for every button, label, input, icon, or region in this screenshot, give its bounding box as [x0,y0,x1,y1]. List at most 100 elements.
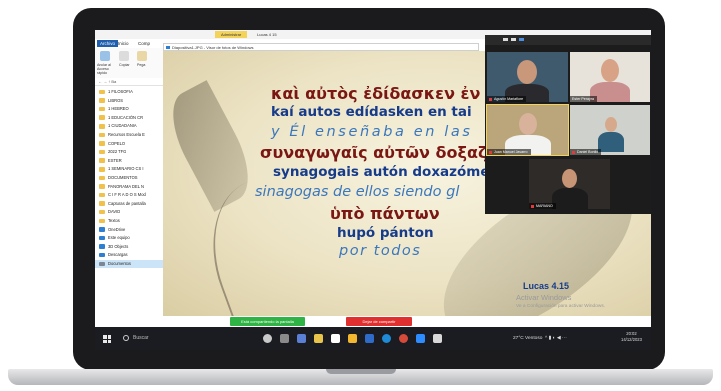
folder-item[interactable]: 1 HEBREO [95,105,165,114]
copy-button-label[interactable]: Copiar [119,63,130,67]
folder-item[interactable]: 1 EDUCACIÓN CR [95,114,165,123]
greek-line-3: ὑπὸ πάντων [330,204,440,223]
file-explorer-icon[interactable] [314,334,323,343]
camera-icon[interactable] [331,334,340,343]
viewer-titlebar: Diapositiva1.JPG - Visor de fotos de Win… [163,43,479,51]
folder-item[interactable]: Textos [95,217,165,226]
taskbar-clock[interactable]: 20:02 14/12/2023 [621,331,642,343]
tab-inicio[interactable]: Inicio [115,40,132,47]
folder-item[interactable]: 1 CIUDADANIA [95,122,165,131]
downloads-item[interactable]: Descargas [95,251,165,260]
muted-mic-icon [489,97,492,101]
stop-share-button[interactable]: Dejar de compartir [346,317,412,326]
folder-icon[interactable] [348,334,357,343]
viewer-title: Diapositiva1.JPG - Visor de fotos de Win… [172,45,254,50]
minimize-icon[interactable] [503,38,508,41]
folder-item[interactable]: 1 SEMINARIO CS I [95,165,165,174]
participant-video[interactable]: Agustín Mariaflore [487,52,568,102]
folder-icon [99,106,105,112]
folder-icon [99,201,105,206]
address-bar[interactable]: ← → ↑ Ba [95,78,165,86]
folder-item[interactable]: 1 FILOSOFIA [95,88,165,97]
folder-icon [99,149,105,155]
word-icon[interactable] [365,334,374,343]
windows-start-icon[interactable] [103,335,111,343]
translit-line-3: hupó pánton [337,225,434,241]
zoom-icon[interactable] [416,334,425,343]
3d-objects-item[interactable]: 3D Objects [95,243,165,252]
search-label: Buscar [133,335,149,341]
folder-item[interactable]: 2022 TFG [95,148,165,157]
folder-item[interactable]: C I F R A D O S Mod [95,191,165,200]
taskbar-search[interactable]: Buscar [117,333,187,344]
folder-icon [99,141,105,146]
folder-item[interactable]: Capturas de pantalla [95,200,165,209]
cortana-icon[interactable] [263,334,272,343]
folder-label: Capturas de pantalla [108,200,146,206]
muted-mic-icon [531,204,534,208]
folder-label: 1 CIUDADANIA [108,123,137,129]
spanish-line-2: sinagogas de ellos siendo gl [255,184,460,200]
chrome-icon[interactable] [399,334,408,343]
folder-icon [99,158,105,163]
folder-label: OneDrive [108,226,126,232]
folder-label: Este equipo [108,235,130,241]
task-view-icon[interactable] [280,334,289,343]
tab-administrar[interactable]: Administrar [215,31,248,38]
participant-video[interactable]: Daniel Bonlio [570,105,650,155]
edge-icon[interactable] [382,334,391,343]
participant-face [605,117,617,132]
navigation-pane: 1 FILOSOFIA LIBROS 1 HEBREO 1 EDUCACIÓN … [95,88,165,338]
copy-icon[interactable] [119,51,129,61]
photos-icon[interactable] [433,334,442,343]
activation-title: Activar Windows [516,293,572,302]
participant-video-active[interactable]: Juan Manuel Javarro [486,104,569,156]
pin-icon[interactable] [100,51,110,61]
this-pc-item[interactable]: Este equipo [95,234,165,243]
screen-sharing-indicator: Está compartiendo la pantalla [230,317,305,326]
windows-activation-watermark: Activar Windows Ve a Configuración para a… [516,293,651,311]
paste-icon[interactable] [137,51,147,61]
folder-item[interactable]: PANORAMA DEL N [95,183,165,192]
folder-item[interactable]: DAVID [95,208,165,217]
participant-video[interactable]: Ester Perayra [570,52,650,102]
folder-label: DOCUMENTOS [108,174,138,180]
grid-view-icon[interactable] [519,38,524,41]
documents-item[interactable]: Documentos [95,259,165,269]
gallery-view-icon[interactable] [511,38,516,41]
document-icon [99,261,105,267]
folder-label: DAVID [108,209,121,215]
muted-mic-icon [572,150,575,154]
tab-compartir[interactable]: Comp [135,40,153,47]
computer-icon [99,235,105,241]
folder-item[interactable]: LIBROS [95,97,165,106]
spanish-line-1: y Él enseñaba en las [271,124,473,140]
participant-name-label: Juan Manuel Javarro [487,149,531,155]
folder-icon [99,167,105,172]
folder-label: Textos [108,217,120,223]
participant-name: Daniel Bonlio [577,150,599,154]
folder-icon [99,98,105,103]
paste-button-label[interactable]: Pega [137,63,145,67]
translit-line-2: synagogais autón doxazóme [273,164,490,180]
greek-line-1: καὶ αὐτὸς ἐδίδασκεν ἐν ταῖ [271,84,514,103]
participant-video[interactable]: MARIANO [529,159,610,209]
pin-button-label[interactable]: Anclar al Acceso rápido [97,63,119,75]
participant-face [562,169,577,188]
folder-item[interactable]: DOCUMENTOS [95,174,165,183]
folder-icon [99,184,105,189]
system-tray[interactable]: 27°C Ventoso ^ ▮ ◐ ◀ ⋯ [513,334,567,343]
folder-icon [99,218,105,224]
folder-item[interactable]: ESTER [95,157,165,166]
onedrive-item[interactable]: OneDrive [95,226,165,235]
chat-icon[interactable] [297,334,306,343]
folder-item[interactable]: COPELO [95,140,165,149]
participant-name-label: MARIANO [529,203,556,209]
folder-label: 1 SEMINARIO CS I [108,166,144,172]
folder-item[interactable]: Recursos Escuela E [95,131,165,140]
folder-icon [99,192,105,198]
laptop-base [8,369,713,385]
weather-status: 27°C Ventoso [513,336,543,341]
folder-label: Documentos [108,260,131,266]
folder-label: Recursos Escuela E [108,131,145,137]
